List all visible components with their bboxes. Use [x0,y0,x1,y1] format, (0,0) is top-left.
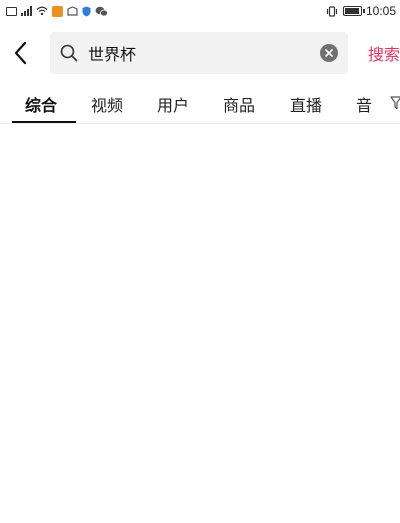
tab-comprehensive[interactable]: 综合 [25,92,57,116]
filter-icon[interactable] [390,95,400,114]
shield-icon [82,6,91,17]
search-header: 世界杯 搜索 [0,28,400,78]
status-bar: 10:05 [0,0,400,22]
wifi-icon [36,6,48,16]
vibrate-icon [325,5,339,17]
signal-icon [21,6,32,16]
clear-search-button[interactable] [320,44,338,62]
app-notification-icon [52,5,63,17]
search-input[interactable]: 世界杯 [50,32,348,74]
search-query[interactable]: 世界杯 [88,41,320,65]
tab-products[interactable]: 商品 [223,92,255,116]
wechat-icon [95,6,108,17]
search-results-area [0,125,400,523]
tab-videos[interactable]: 视频 [91,92,123,116]
chevron-left-icon [14,41,27,65]
tab-live[interactable]: 直播 [290,92,322,116]
app-notification-icon [67,5,78,17]
active-tab-indicator [12,121,76,123]
search-icon [60,44,78,62]
sim-icon [6,6,17,16]
status-bar-left [6,5,108,17]
battery-icon [342,6,365,16]
tab-music[interactable]: 音 [356,92,372,116]
status-bar-right: 10:05 [325,4,396,18]
back-button[interactable] [0,28,40,78]
status-time: 10:05 [365,4,396,18]
battery-level [344,8,359,14]
search-submit-button[interactable]: 搜索 [368,41,400,65]
search-result-tabs: 综合 视频 用户 商品 直播 音 [0,80,400,124]
tab-users[interactable]: 用户 [157,92,189,116]
close-icon [325,49,333,57]
